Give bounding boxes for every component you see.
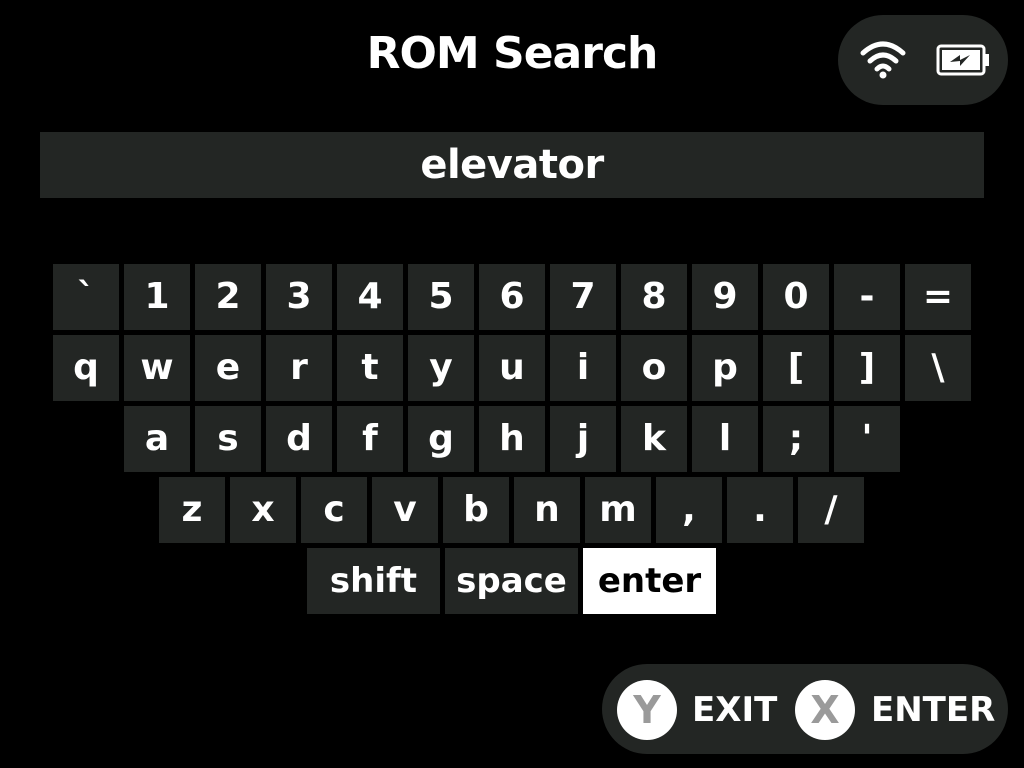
- key-left-bracket[interactable]: [: [763, 335, 829, 401]
- key-d[interactable]: d: [266, 406, 332, 472]
- shift-key[interactable]: shift: [307, 548, 440, 614]
- key-semicolon[interactable]: ;: [763, 406, 829, 472]
- key-i[interactable]: i: [550, 335, 616, 401]
- enter-hint[interactable]: ENTER: [871, 686, 995, 734]
- key-j[interactable]: j: [550, 406, 616, 472]
- key-o[interactable]: o: [621, 335, 687, 401]
- key-c[interactable]: c: [301, 477, 367, 543]
- key-x[interactable]: x: [230, 477, 296, 543]
- key-apostrophe[interactable]: ': [834, 406, 900, 472]
- key-v[interactable]: v: [372, 477, 438, 543]
- key-4[interactable]: 4: [337, 264, 403, 330]
- space-key[interactable]: space: [445, 548, 578, 614]
- key-2[interactable]: 2: [195, 264, 261, 330]
- key-minus[interactable]: -: [834, 264, 900, 330]
- search-input[interactable]: elevator: [40, 132, 984, 198]
- key-n[interactable]: n: [514, 477, 580, 543]
- key-z[interactable]: z: [159, 477, 225, 543]
- key-y[interactable]: y: [408, 335, 474, 401]
- key-a[interactable]: a: [124, 406, 190, 472]
- key-backslash[interactable]: \: [905, 335, 971, 401]
- y-button-icon: Y: [617, 680, 677, 740]
- x-button-icon: X: [795, 680, 855, 740]
- key-equals[interactable]: =: [905, 264, 971, 330]
- key-s[interactable]: s: [195, 406, 261, 472]
- key-e[interactable]: e: [195, 335, 261, 401]
- key-k[interactable]: k: [621, 406, 687, 472]
- key-right-bracket[interactable]: ]: [834, 335, 900, 401]
- key-q[interactable]: q: [53, 335, 119, 401]
- exit-hint[interactable]: EXIT: [692, 686, 777, 734]
- key-comma[interactable]: ,: [656, 477, 722, 543]
- key-period[interactable]: .: [727, 477, 793, 543]
- key-t[interactable]: t: [337, 335, 403, 401]
- key-l[interactable]: l: [692, 406, 758, 472]
- key-7[interactable]: 7: [550, 264, 616, 330]
- key-5[interactable]: 5: [408, 264, 474, 330]
- battery-charging-icon: [936, 44, 989, 76]
- key-3[interactable]: 3: [266, 264, 332, 330]
- key-m[interactable]: m: [585, 477, 651, 543]
- key-g[interactable]: g: [408, 406, 474, 472]
- wifi-icon: [860, 41, 906, 79]
- key-r[interactable]: r: [266, 335, 332, 401]
- key-8[interactable]: 8: [621, 264, 687, 330]
- enter-key[interactable]: enter: [583, 548, 716, 614]
- key-9[interactable]: 9: [692, 264, 758, 330]
- key-b[interactable]: b: [443, 477, 509, 543]
- key-0[interactable]: 0: [763, 264, 829, 330]
- key-6[interactable]: 6: [479, 264, 545, 330]
- key-h[interactable]: h: [479, 406, 545, 472]
- key-w[interactable]: w: [124, 335, 190, 401]
- key-backtick[interactable]: `: [53, 264, 119, 330]
- key-f[interactable]: f: [337, 406, 403, 472]
- key-p[interactable]: p: [692, 335, 758, 401]
- key-u[interactable]: u: [479, 335, 545, 401]
- key-1[interactable]: 1: [124, 264, 190, 330]
- key-slash[interactable]: /: [798, 477, 864, 543]
